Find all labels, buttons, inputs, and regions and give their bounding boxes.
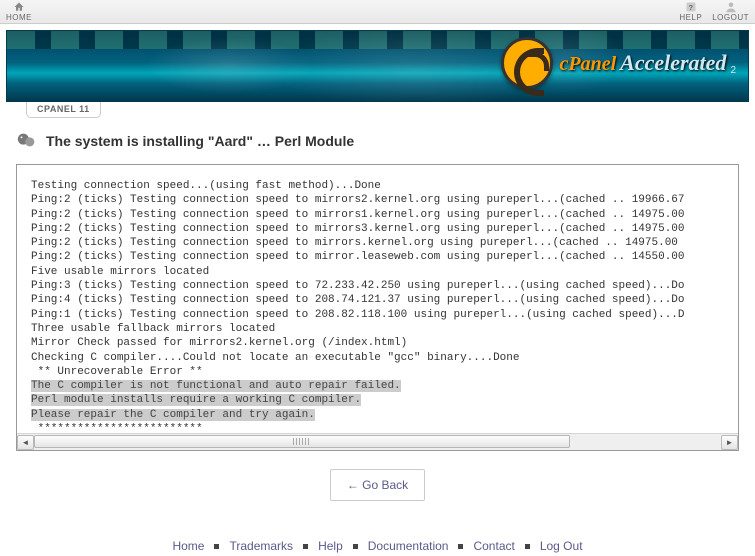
- tab-cpanel11[interactable]: CPANEL 11: [26, 101, 101, 118]
- go-back-button[interactable]: ← Go Back: [330, 469, 425, 501]
- brand-cpanel: cPanel: [559, 53, 616, 76]
- console-output: Testing connection speed...(using fast m…: [17, 165, 738, 433]
- logout-link[interactable]: LOGOUT: [712, 1, 749, 22]
- console-panel: Testing connection speed...(using fast m…: [16, 164, 739, 451]
- topbar: HOME ? HELP LOGOUT: [0, 0, 755, 24]
- help-icon: ?: [685, 1, 697, 13]
- scroll-left-button[interactable]: ◄: [17, 435, 34, 450]
- dot-icon: [303, 544, 308, 549]
- console-error-line-1: The C compiler is not functional and aut…: [31, 380, 401, 392]
- logout-label: LOGOUT: [712, 13, 749, 22]
- scroll-thumb[interactable]: [34, 435, 570, 448]
- perl-module-icon: [16, 130, 38, 152]
- dot-icon: [458, 544, 463, 549]
- footer-link-documentation[interactable]: Documentation: [368, 539, 449, 553]
- brand-sub: 2: [730, 65, 736, 76]
- grip-icon: [293, 438, 311, 445]
- footer-nav: Home Trademarks Help Documentation Conta…: [0, 531, 755, 555]
- brand-block: cPanel Accelerated 2: [501, 37, 736, 89]
- footer-link-logout[interactable]: Log Out: [540, 539, 583, 553]
- header-banner: cPanel Accelerated 2: [6, 30, 749, 102]
- home-icon: [13, 1, 25, 13]
- console-error-line-2: Perl module installs require a working C…: [31, 394, 361, 406]
- help-link[interactable]: ? HELP: [679, 1, 702, 22]
- console-lines-post: *************************: [31, 423, 203, 433]
- page-title: The system is installing "Aard" … Perl M…: [46, 133, 354, 149]
- horizontal-scrollbar[interactable]: ◄ ►: [17, 433, 738, 450]
- cpanel-logo-icon: [501, 37, 553, 89]
- footer-link-contact[interactable]: Contact: [473, 539, 514, 553]
- home-link[interactable]: HOME: [6, 1, 32, 22]
- footer-link-help[interactable]: Help: [318, 539, 343, 553]
- scroll-track[interactable]: [34, 435, 721, 450]
- dot-icon: [214, 544, 219, 549]
- scroll-right-button[interactable]: ►: [721, 435, 738, 450]
- help-label: HELP: [679, 13, 702, 22]
- dot-icon: [525, 544, 530, 549]
- tab-strip: CPANEL 11: [26, 101, 755, 118]
- footer-link-home[interactable]: Home: [172, 539, 204, 553]
- brand-accelerated: Accelerated: [620, 50, 726, 76]
- person-icon: [725, 1, 737, 13]
- console-lines-pre: Testing connection speed...(using fast m…: [31, 180, 685, 378]
- home-label: HOME: [6, 13, 32, 22]
- svg-text:?: ?: [688, 3, 693, 12]
- footer-link-trademarks[interactable]: Trademarks: [229, 539, 293, 553]
- console-error-line-3: Please repair the C compiler and try aga…: [31, 409, 315, 421]
- page-heading: The system is installing "Aard" … Perl M…: [16, 130, 739, 152]
- dot-icon: [353, 544, 358, 549]
